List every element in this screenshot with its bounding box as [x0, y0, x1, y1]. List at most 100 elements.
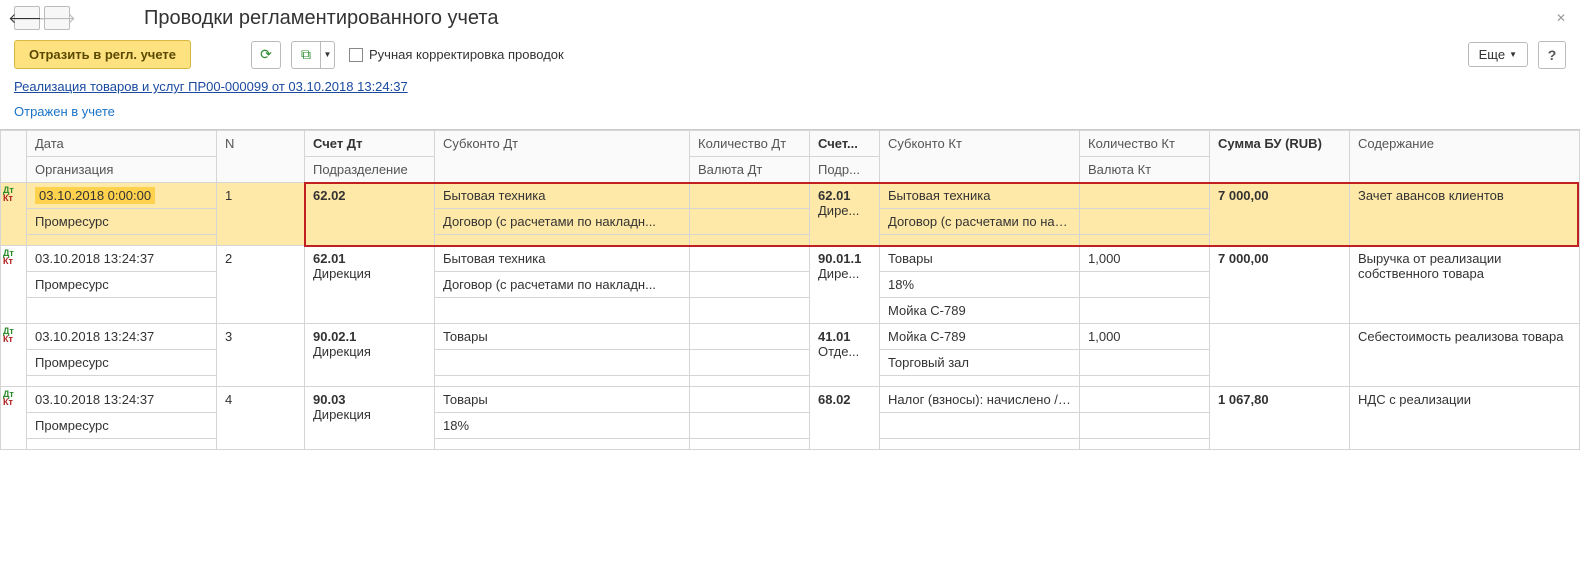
cell-date: 03.10.2018 0:00:00 — [35, 187, 155, 204]
cell-qty-dt — [690, 183, 810, 209]
cell-sub-kt: Договор (с расчетами по накла... — [880, 209, 1080, 235]
cell-acct-kt: 62.01Дире... — [810, 183, 880, 246]
cell-sub-dt: Бытовая техника — [435, 183, 690, 209]
col-desc[interactable]: Содержание — [1350, 131, 1580, 183]
source-document-link[interactable]: Реализация товаров и услуг ПР00-000099 о… — [14, 79, 408, 94]
nav-forward-button[interactable]: 🡒 — [44, 6, 70, 30]
cell-sub-dt: Договор (с расчетами по накладн... — [435, 272, 690, 298]
cell-sub-dt: Бытовая техника — [435, 246, 690, 272]
col-cur-kt[interactable]: Валюта Кт — [1080, 157, 1210, 183]
cell-sub-dt: 18% — [435, 413, 690, 439]
col-qty-dt[interactable]: Количество Дт — [690, 131, 810, 157]
col-cur-dt[interactable]: Валюта Дт — [690, 157, 810, 183]
close-icon[interactable]: ✕ — [1556, 11, 1566, 25]
cell-cur-dt — [690, 413, 810, 439]
cell-cur-kt — [1080, 272, 1210, 298]
cell-org: Промресурс — [27, 350, 217, 376]
cell-sub-dt — [435, 235, 690, 246]
chevron-down-icon: ▼ — [324, 50, 332, 59]
cell-n: 4 — [217, 387, 305, 450]
cell-acct-dt: 90.03Дирекция — [305, 387, 435, 450]
cell-sub-dt: Товары — [435, 387, 690, 413]
cell-sub-dt — [435, 298, 690, 324]
manual-checkbox-label: Ручная корректировка проводок — [369, 47, 564, 62]
cell-acct-kt: 90.01.1Дире... — [810, 246, 880, 324]
help-button[interactable]: ? — [1538, 41, 1566, 69]
cell-sub-kt — [880, 413, 1080, 439]
copy-dropdown[interactable]: ▼ — [321, 41, 335, 69]
cell-org: Промресурс — [27, 272, 217, 298]
cell-org: Промресурс — [27, 413, 217, 439]
cell-date: 03.10.2018 13:24:37 — [35, 392, 154, 407]
cell-sub-kt — [880, 235, 1080, 246]
col-n[interactable]: N — [217, 131, 305, 183]
manual-checkbox[interactable] — [349, 48, 363, 62]
dtkt-icon: ДтКт — [3, 186, 14, 202]
cell-sub-kt: Бытовая техника — [880, 183, 1080, 209]
dtkt-icon: ДтКт — [3, 390, 14, 406]
cell-acct-dt: 62.01Дирекция — [305, 246, 435, 324]
cell-desc: Себестоимость реализова товара — [1350, 324, 1580, 387]
entries-table: Дата N Счет Дт Субконто Дт Количество Дт… — [0, 130, 1580, 450]
cell-sub-kt: Торговый зал — [880, 350, 1080, 376]
cell-desc: Выручка от реализации собственного товар… — [1350, 246, 1580, 324]
col-sub-kt[interactable]: Субконто Кт — [880, 131, 1080, 183]
cell-cur-dt — [690, 350, 810, 376]
cell-desc: Зачет авансов клиентов — [1350, 183, 1580, 246]
col-sum[interactable]: Сумма БУ (RUB) — [1210, 131, 1350, 183]
cell-date: 03.10.2018 13:24:37 — [35, 329, 154, 344]
table-row[interactable]: ДтКт 03.10.2018 0:00:00 1 62.02 Бытовая … — [1, 183, 1580, 209]
cell-sub-kt: 18% — [880, 272, 1080, 298]
cell-sum: 7 000,00 — [1210, 246, 1350, 324]
cell-qty-kt: 1,000 — [1080, 324, 1210, 350]
cell-sum — [1210, 324, 1350, 387]
chevron-down-icon: ▼ — [1509, 50, 1517, 59]
col-date[interactable]: Дата — [27, 131, 217, 157]
col-acct-dt[interactable]: Счет Дт — [305, 131, 435, 157]
cell-qty-kt — [1080, 387, 1210, 413]
dtkt-icon: ДтКт — [3, 249, 14, 265]
cell-cur-kt — [1080, 350, 1210, 376]
col-acct-kt[interactable]: Счет... — [810, 131, 880, 157]
col-org[interactable]: Организация — [27, 157, 217, 183]
cell-qty-kt — [1080, 183, 1210, 209]
more-label: Еще — [1479, 47, 1505, 62]
refresh-button[interactable]: ⟳ — [251, 41, 281, 69]
col-sub-dt[interactable]: Субконто Дт — [435, 131, 690, 183]
cell-qty-dt — [690, 324, 810, 350]
table-row[interactable]: ДтКт 03.10.2018 13:24:37 3 90.02.1Дирекц… — [1, 324, 1580, 350]
cell-date: 03.10.2018 13:24:37 — [35, 251, 154, 266]
col-dept[interactable]: Подразделение — [305, 157, 435, 183]
cell-sub-kt: Товары — [880, 246, 1080, 272]
more-button[interactable]: Еще ▼ — [1468, 42, 1528, 67]
cell-sub-kt — [880, 439, 1080, 450]
cell-n: 3 — [217, 324, 305, 387]
cell-sub-dt — [435, 439, 690, 450]
cell-qty-dt — [690, 387, 810, 413]
cell-cur-dt — [690, 272, 810, 298]
copy-button[interactable]: ⧉ — [291, 41, 321, 69]
reflect-button[interactable]: Отразить в регл. учете — [14, 40, 191, 69]
col-dept-kt[interactable]: Подр... — [810, 157, 880, 183]
status-label: Отражен в учете — [0, 98, 1580, 129]
cell-acct-kt: 41.01Отде... — [810, 324, 880, 387]
table-row[interactable]: ДтКт 03.10.2018 13:24:37 4 90.03Дирекция… — [1, 387, 1580, 413]
cell-acct-dt: 62.02 — [305, 183, 435, 246]
cell-sub-dt — [435, 376, 690, 387]
copy-icon: ⧉ — [301, 46, 311, 63]
col-qty-kt[interactable]: Количество Кт — [1080, 131, 1210, 157]
cell-sub-kt: Налог (взносы): начислено / уп... — [880, 387, 1080, 413]
cell-sub-dt: Товары — [435, 324, 690, 350]
cell-acct-dt: 90.02.1Дирекция — [305, 324, 435, 387]
cell-acct-kt: 68.02 — [810, 387, 880, 450]
nav-back-button[interactable]: 🡐 — [14, 6, 40, 30]
cell-qty-kt: 1,000 — [1080, 246, 1210, 272]
cell-n: 2 — [217, 246, 305, 324]
cell-sub-kt: Мойка С-789 — [880, 298, 1080, 324]
cell-sub-kt: Мойка С-789 — [880, 324, 1080, 350]
cell-sum: 1 067,80 — [1210, 387, 1350, 450]
cell-sum: 7 000,00 — [1210, 183, 1350, 246]
cell-org: Промресурс — [27, 209, 217, 235]
table-row[interactable]: ДтКт 03.10.2018 13:24:37 2 62.01Дирекция… — [1, 246, 1580, 272]
page-title: Проводки регламентированного учета — [144, 7, 498, 30]
